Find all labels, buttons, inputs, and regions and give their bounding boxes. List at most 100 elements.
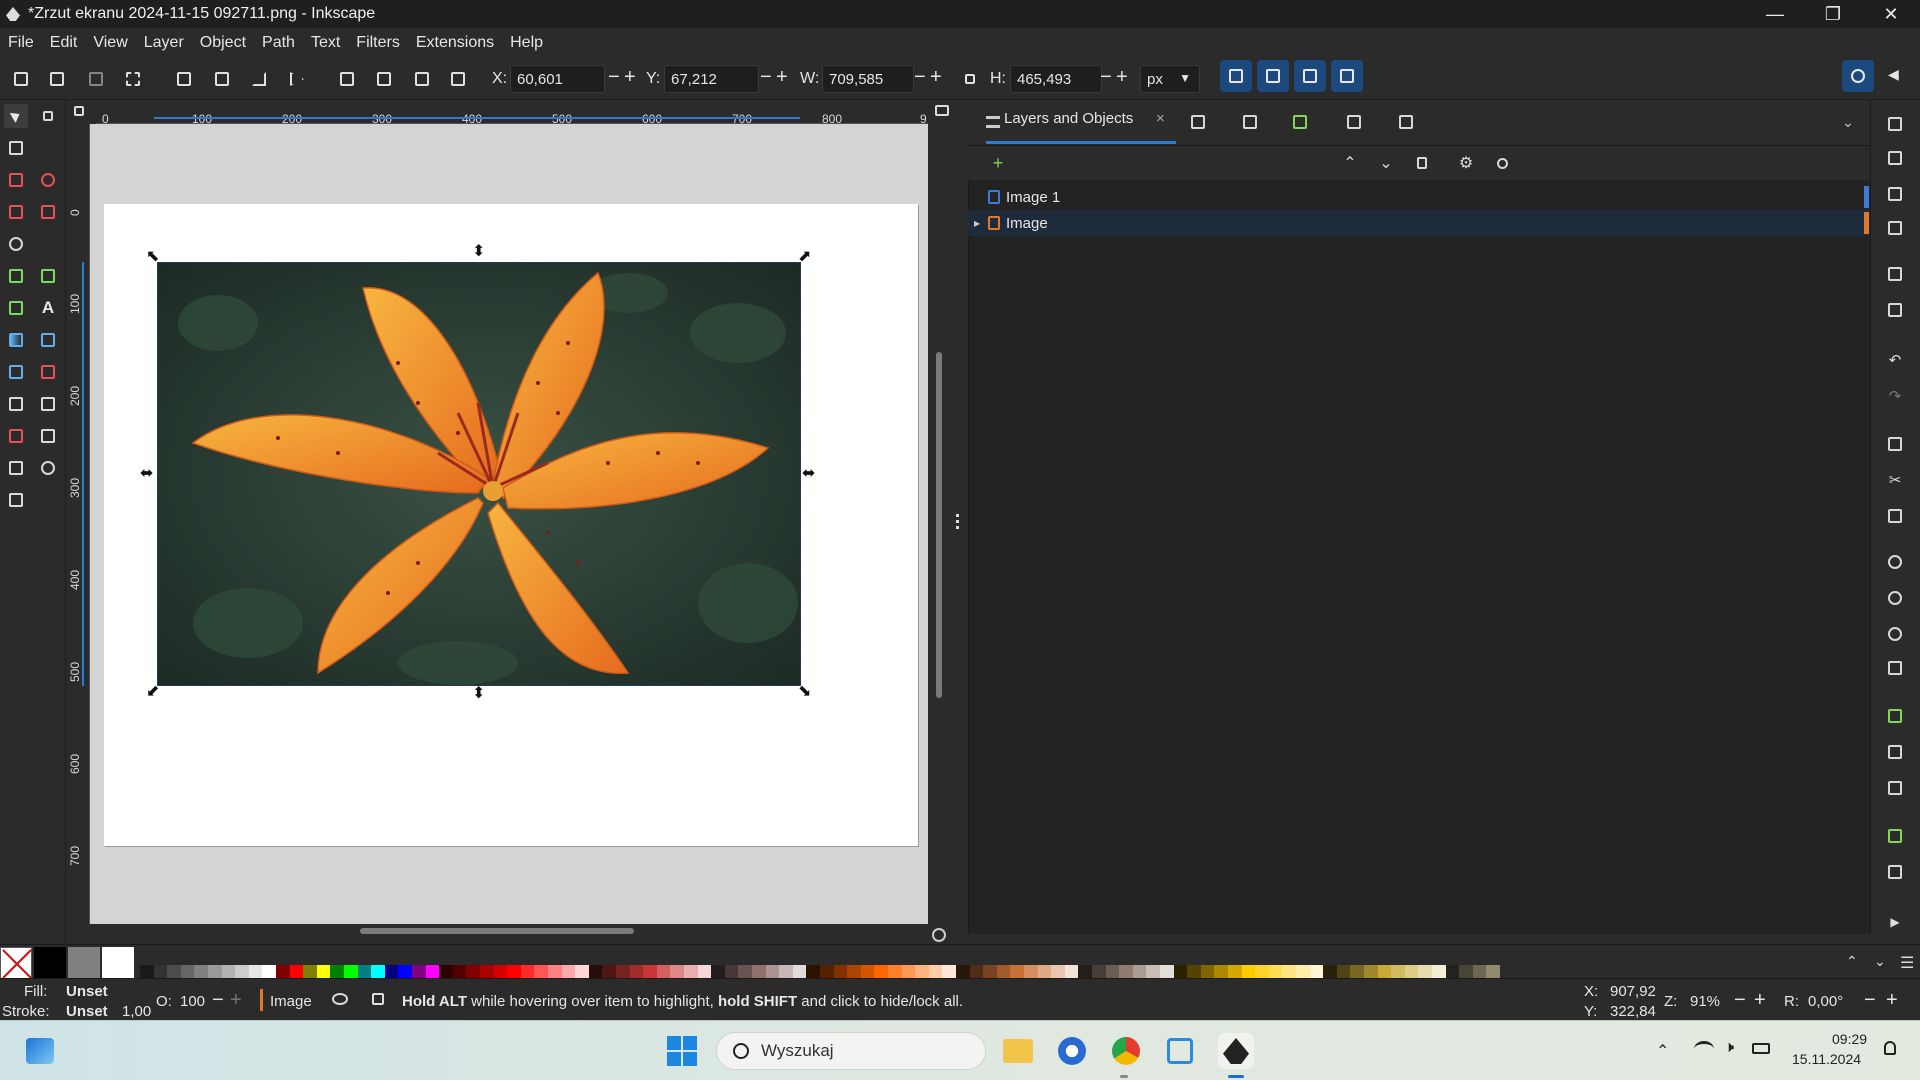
color-swatch[interactable] [847, 965, 862, 979]
color-swatch[interactable] [1282, 965, 1297, 979]
path-effects-tab-icon[interactable] [1238, 110, 1262, 134]
zoom-tool-icon[interactable] [36, 456, 60, 480]
new-document-icon[interactable] [1885, 114, 1905, 134]
text-tool-icon[interactable]: A [36, 296, 60, 320]
menu-layer[interactable]: Layer [136, 34, 192, 52]
undo-icon[interactable]: ↶ [1885, 350, 1905, 370]
calligraphy-tool-icon[interactable] [4, 296, 28, 320]
no-paint-swatch[interactable] [0, 947, 32, 979]
notification-bell-icon[interactable] [1884, 1041, 1896, 1055]
h-input[interactable]: 465,493 [1010, 65, 1102, 93]
color-swatch[interactable] [629, 965, 644, 979]
color-swatch[interactable] [248, 965, 263, 979]
star-tool-icon[interactable] [4, 200, 28, 224]
color-swatch[interactable] [792, 965, 807, 979]
flip-horizontal-icon[interactable] [247, 67, 271, 91]
duplicate-icon[interactable] [1885, 706, 1905, 726]
palette-scroll-up-icon[interactable]: ⌃ [1846, 953, 1858, 970]
color-swatch[interactable] [888, 965, 902, 979]
color-swatch[interactable] [1296, 965, 1310, 979]
color-swatch[interactable] [942, 965, 957, 979]
color-swatch[interactable] [643, 965, 658, 979]
color-swatch[interactable] [915, 965, 930, 979]
document-properties-tab-icon[interactable] [1394, 110, 1418, 134]
rotate-cw-icon[interactable] [210, 67, 234, 91]
horizontal-ruler[interactable]: 0 100 200 300 400 500 600 700 800 9 [96, 100, 928, 126]
color-swatch[interactable] [983, 965, 998, 979]
scale-corners-button[interactable] [1257, 60, 1289, 92]
color-swatch[interactable] [575, 965, 590, 979]
dropper-tool-icon[interactable] [4, 360, 28, 384]
import-icon[interactable] [1885, 264, 1905, 284]
close-icon[interactable]: ✕ [1862, 0, 1920, 28]
color-swatch[interactable] [901, 965, 916, 979]
vertical-ruler[interactable]: 0 100 200 300 400 500 600 700 [66, 124, 90, 924]
gradient-tool-icon[interactable] [4, 328, 28, 352]
color-swatch[interactable] [1051, 965, 1066, 979]
color-swatch[interactable] [1404, 965, 1419, 979]
color-swatch[interactable] [779, 965, 794, 979]
menu-view[interactable]: View [85, 34, 135, 52]
color-swatch[interactable] [1132, 965, 1147, 979]
color-swatch[interactable] [194, 965, 209, 979]
layer-row-image[interactable]: ▸ Image [968, 210, 1870, 236]
snap-toggle-button[interactable] [1842, 60, 1874, 92]
widgets-icon[interactable] [22, 1033, 58, 1069]
color-management-icon[interactable] [930, 926, 948, 944]
color-swatch[interactable] [1160, 965, 1174, 979]
color-swatch[interactable] [602, 965, 617, 979]
redo-icon[interactable]: ↷ [1885, 386, 1905, 406]
clone-icon[interactable] [1885, 742, 1905, 762]
export-icon[interactable] [1885, 300, 1905, 320]
volume-muted-icon[interactable]: 🕨 [1724, 1039, 1734, 1057]
color-swatch[interactable] [507, 965, 522, 979]
chromium-icon[interactable] [1054, 1033, 1090, 1069]
menu-object[interactable]: Object [192, 34, 254, 52]
color-swatch[interactable] [1173, 965, 1188, 979]
move-down-icon[interactable]: ⌄ [1374, 151, 1398, 175]
zoom-page-icon[interactable] [1885, 624, 1905, 644]
node-tool-icon[interactable] [36, 104, 60, 128]
color-swatch[interactable] [670, 965, 685, 979]
palette-scroll-down-icon[interactable]: ⌄ [1874, 953, 1886, 970]
menu-edit[interactable]: Edit [42, 34, 86, 52]
color-swatch[interactable] [289, 965, 304, 979]
color-swatch[interactable] [1200, 965, 1215, 979]
color-swatch[interactable] [806, 965, 821, 979]
color-swatch[interactable] [1078, 965, 1093, 979]
color-swatch[interactable] [1105, 965, 1120, 979]
raise-icon[interactable] [372, 67, 396, 91]
color-swatch[interactable] [493, 965, 508, 979]
file-explorer-icon[interactable] [1000, 1033, 1036, 1069]
color-swatch[interactable] [1472, 965, 1487, 979]
color-swatch[interactable] [724, 965, 739, 979]
move-up-icon[interactable]: ⌃ [1338, 151, 1362, 175]
color-swatch[interactable] [1391, 965, 1406, 979]
menu-path[interactable]: Path [254, 34, 303, 52]
snap-menu-chevron-icon[interactable]: ◀ [1888, 66, 1899, 83]
raise-to-top-icon[interactable] [335, 67, 359, 91]
color-swatch[interactable] [167, 965, 182, 979]
color-swatch[interactable] [1418, 965, 1433, 979]
rotation-increment-button[interactable]: + [1886, 989, 1898, 1012]
color-swatch[interactable] [208, 965, 222, 979]
color-swatch[interactable] [874, 965, 889, 979]
x-decrement-button[interactable]: − [608, 66, 620, 89]
color-swatch[interactable] [588, 965, 603, 979]
color-swatch[interactable] [1445, 965, 1460, 979]
scale-handle-se[interactable]: ⬊ [798, 684, 811, 700]
color-swatch[interactable] [425, 965, 440, 979]
minimize-icon[interactable]: — [1746, 0, 1804, 28]
deselect-icon[interactable] [84, 67, 108, 91]
color-swatch-grey[interactable] [68, 947, 100, 979]
color-swatch[interactable] [235, 965, 250, 979]
color-swatch[interactable] [398, 965, 413, 979]
color-swatch[interactable] [221, 965, 236, 979]
mesh-tool-icon[interactable] [36, 328, 60, 352]
zoom-increment-button[interactable]: + [1754, 989, 1766, 1012]
color-swatch[interactable] [357, 965, 372, 979]
zoom-selection-icon[interactable] [1885, 552, 1905, 572]
unlink-clone-icon[interactable] [1885, 778, 1905, 798]
color-swatch[interactable] [1214, 965, 1229, 979]
color-swatch[interactable] [1350, 965, 1365, 979]
